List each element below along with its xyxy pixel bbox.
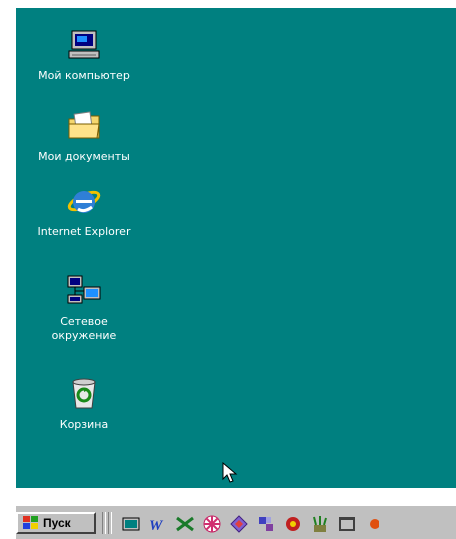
desktop-icon-label: Мои документы — [38, 150, 130, 163]
start-label: Пуск — [43, 516, 71, 530]
internet-explorer-icon — [67, 190, 101, 213]
show-desktop-icon[interactable] — [120, 514, 142, 534]
puzzle-app-icon[interactable] — [255, 514, 277, 534]
desktop-icon-network-neighborhood[interactable]: Сетевое окружение — [19, 273, 149, 343]
taskbar: Пуск W — [16, 505, 456, 539]
paint-tools-icon[interactable] — [309, 514, 331, 534]
desktop-icon-label: Мой компьютер — [38, 69, 130, 82]
desktop-icon-recycle-bin[interactable]: Корзина — [19, 376, 149, 432]
pinwheel-icon[interactable] — [201, 514, 223, 534]
mouse-pointer-icon — [222, 462, 238, 483]
windows-logo-icon — [23, 516, 38, 529]
desktop-icon-my-computer[interactable]: Мой компьютер — [19, 27, 149, 83]
mail-window-icon[interactable] — [336, 514, 358, 534]
flower-app-icon[interactable] — [282, 514, 304, 534]
diamond-app-icon[interactable] — [228, 514, 250, 534]
my-documents-folder-icon — [68, 111, 100, 139]
network-neighborhood-icon — [67, 275, 101, 304]
word-icon[interactable]: W — [147, 514, 169, 534]
svg-text:W: W — [149, 518, 164, 532]
start-button[interactable]: Пуск — [16, 512, 96, 534]
desktop-icon-my-documents[interactable]: Мои документы — [19, 108, 149, 164]
desktop-icon-label: Internet Explorer — [37, 225, 131, 238]
desktop: Мой компьютер Мои документы Internet Exp… — [16, 8, 456, 488]
my-computer-icon — [68, 30, 100, 59]
extra-app-icon[interactable] — [363, 514, 385, 534]
excel-icon[interactable] — [174, 514, 196, 534]
desktop-icon-internet-explorer[interactable]: Internet Explorer — [19, 183, 149, 239]
desktop-icon-label: Корзина — [59, 418, 109, 431]
desktop-icon-label: Сетевое окружение — [51, 315, 117, 342]
recycle-bin-icon — [72, 378, 96, 409]
taskbar-divider — [108, 512, 112, 534]
taskbar-divider — [102, 512, 106, 534]
quick-launch-bar: W — [120, 514, 385, 534]
